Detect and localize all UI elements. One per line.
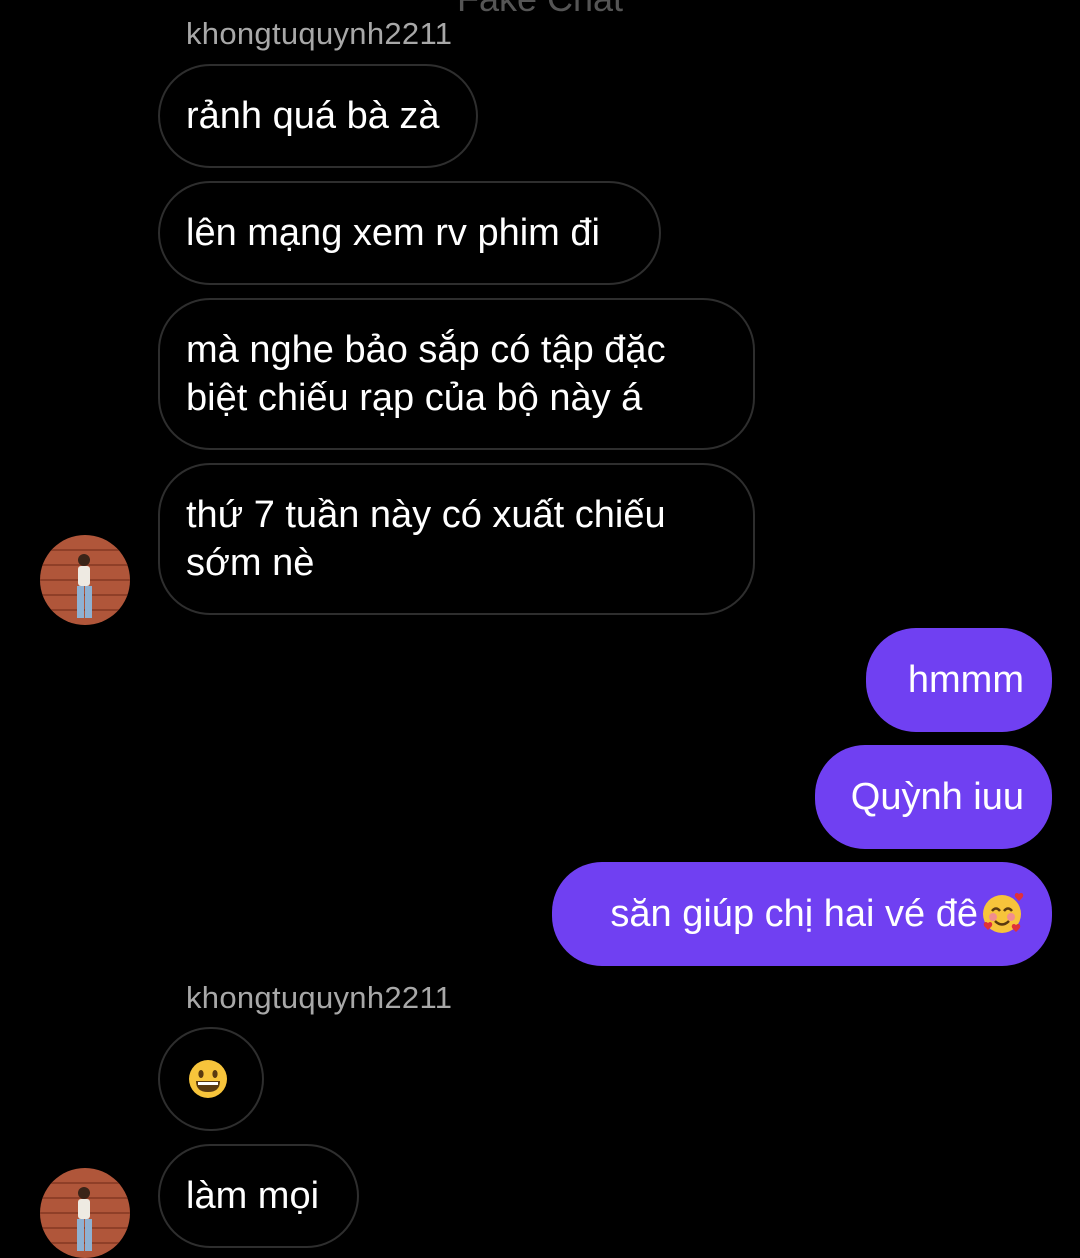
message-text: Quỳnh iuu	[850, 776, 1024, 818]
incoming-message[interactable]: thứ 7 tuần này có xuất chiếu sớm nè	[158, 463, 755, 615]
outgoing-message[interactable]: Quỳnh iuu	[815, 745, 1052, 849]
message-text: mà nghe bảo sắp có tập đặc biệt chiếu rạ…	[186, 329, 666, 419]
avatar[interactable]	[40, 535, 130, 625]
message-text: săn giúp chị hai vé đê	[610, 893, 978, 935]
sender-name: khongtuquynh2211	[186, 980, 453, 1015]
outgoing-message[interactable]: săn giúp chị hai vé đê	[552, 862, 1052, 966]
message-text: rảnh quá bà zà	[186, 95, 440, 137]
message-text: lên mạng xem rv phim đi	[186, 212, 600, 254]
faded-header-title: Fake Chat	[0, 0, 1080, 20]
incoming-message[interactable]: rảnh quá bà zà	[158, 64, 478, 168]
outgoing-message[interactable]: hmmm	[866, 628, 1052, 732]
smiling-face-with-hearts-icon	[983, 892, 1024, 933]
message-text: hmmm	[907, 659, 1024, 701]
incoming-message[interactable]: mà nghe bảo sắp có tập đặc biệt chiếu rạ…	[158, 298, 755, 450]
incoming-emoji-message[interactable]	[158, 1027, 264, 1131]
message-text: thứ 7 tuần này có xuất chiếu sớm nè	[186, 494, 666, 584]
grinning-face-icon	[189, 1060, 227, 1098]
incoming-message[interactable]: làm mọi	[158, 1144, 359, 1248]
incoming-message[interactable]: lên mạng xem rv phim đi	[158, 181, 661, 285]
avatar[interactable]	[40, 1168, 130, 1258]
message-text: làm mọi	[186, 1175, 320, 1217]
sender-name: khongtuquynh2211	[186, 16, 453, 51]
